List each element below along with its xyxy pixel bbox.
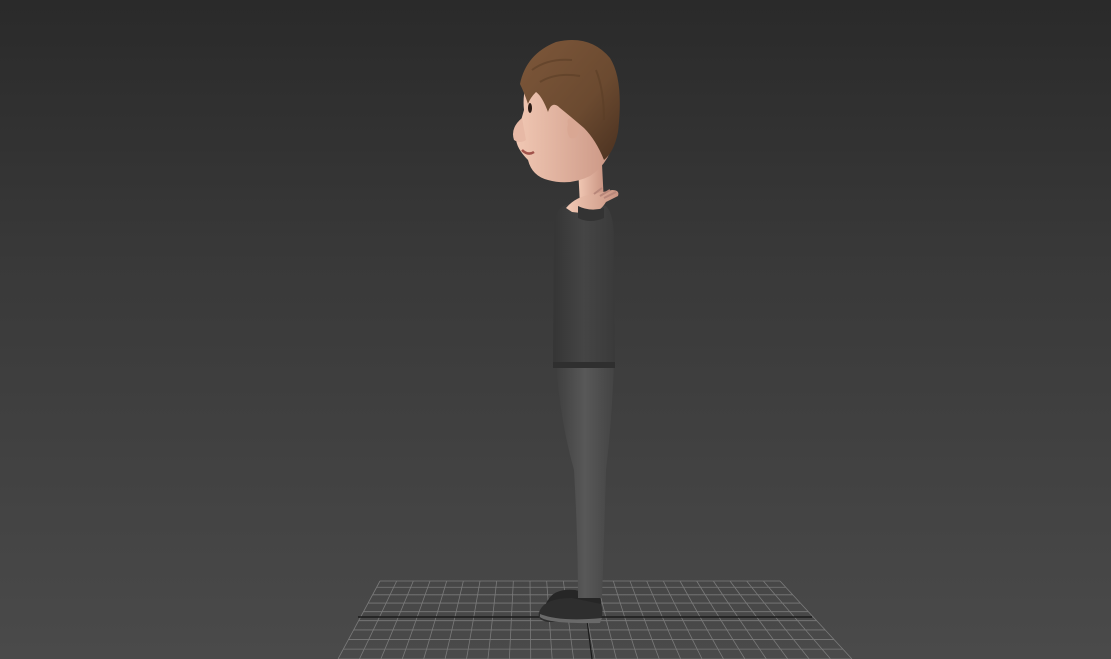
shirt (553, 202, 615, 366)
grid-line-vertical (529, 580, 532, 659)
3d-viewport[interactable] (0, 0, 1111, 659)
grid-line-vertical (646, 580, 682, 659)
grid-line-vertical (337, 580, 381, 659)
grid-line-vertical (696, 580, 746, 659)
grid-line-vertical (466, 580, 481, 659)
grid-line-vertical (679, 580, 724, 659)
grid-line-vertical (729, 580, 789, 659)
grid-line-vertical (763, 580, 831, 659)
grid-line-vertical (487, 580, 498, 659)
grid-line-vertical (508, 580, 514, 659)
grid-line-vertical (444, 580, 464, 659)
grid-line-vertical (779, 580, 853, 659)
grid-line-vertical (662, 580, 703, 659)
eye (528, 103, 532, 113)
grid-line-vertical (359, 580, 398, 659)
shirt-hem (553, 362, 615, 368)
grid-line-vertical (423, 580, 448, 659)
grid-line-vertical (746, 580, 810, 659)
grid-line-vertical (380, 580, 414, 659)
pants (556, 362, 614, 598)
character-model[interactable] (513, 40, 620, 624)
grid-line-vertical (401, 580, 431, 659)
perspective-scene (337, 40, 853, 659)
